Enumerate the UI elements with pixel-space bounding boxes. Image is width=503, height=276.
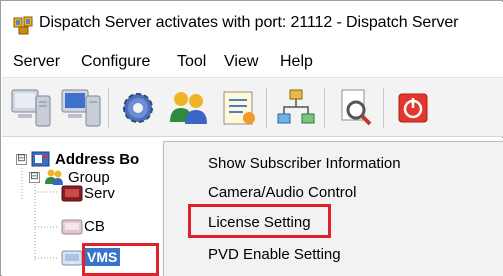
toolbar-separator <box>383 88 384 128</box>
tree-label-group: Group <box>68 168 110 186</box>
toolbar-separator <box>266 88 267 128</box>
toolbar <box>2 77 503 137</box>
document-search-icon[interactable] <box>332 84 378 132</box>
server-device-icon <box>60 184 83 202</box>
menu-item-camera-audio-control[interactable]: Camera/Audio Control <box>208 184 356 201</box>
group-expander[interactable]: ⊟ <box>29 172 40 183</box>
address-book-icon <box>31 150 51 168</box>
context-menu: Show Subscriber Information Camera/Audio… <box>163 141 503 276</box>
gear-settings-icon[interactable] <box>115 84 161 132</box>
root-expander[interactable]: ⊟ <box>16 154 27 165</box>
users-group-icon[interactable] <box>165 84 211 132</box>
menu-help[interactable]: Help <box>280 53 313 71</box>
toolbar-separator <box>324 88 325 128</box>
tree-node-address-book[interactable]: Address Bo <box>31 150 139 168</box>
tree-node-server[interactable]: Serv <box>60 184 115 202</box>
vms-device-icon <box>60 248 83 266</box>
power-stop-icon[interactable] <box>390 84 436 132</box>
dispatch-server-window: Dispatch Server activates with port: 211… <box>0 0 503 276</box>
client-computer-icon[interactable] <box>58 84 104 132</box>
tree-label-server: Serv <box>84 184 115 202</box>
network-tree-icon[interactable] <box>273 84 319 132</box>
window-title: Dispatch Server activates with port: 211… <box>39 14 459 31</box>
tree-label-vms: VMS <box>84 248 121 266</box>
tree-label-address-book: Address Bo <box>55 150 140 168</box>
menu-item-show-subscriber-information[interactable]: Show Subscriber Information <box>208 155 401 172</box>
tree-node-cb[interactable]: CB <box>60 217 105 235</box>
menu-item-license-setting[interactable]: License Setting <box>208 214 311 231</box>
cb-device-icon <box>60 217 83 235</box>
menu-bar: Server Configure Tool View Help <box>2 47 503 77</box>
menu-item-pvd-enable-setting[interactable]: PVD Enable Setting <box>208 246 341 263</box>
menu-configure[interactable]: Configure <box>81 53 150 71</box>
menu-view[interactable]: View <box>224 53 258 71</box>
toolbar-separator <box>108 88 109 128</box>
server-computer-icon[interactable] <box>8 84 54 132</box>
title-bar: Dispatch Server activates with port: 211… <box>2 2 503 47</box>
notepad-list-icon[interactable] <box>215 84 261 132</box>
menu-server[interactable]: Server <box>13 53 60 71</box>
tree-label-cb: CB <box>84 217 105 235</box>
tree-node-vms[interactable]: VMS <box>60 248 121 266</box>
menu-tool[interactable]: Tool <box>177 53 206 71</box>
dispatch-server-app-icon <box>13 16 34 35</box>
